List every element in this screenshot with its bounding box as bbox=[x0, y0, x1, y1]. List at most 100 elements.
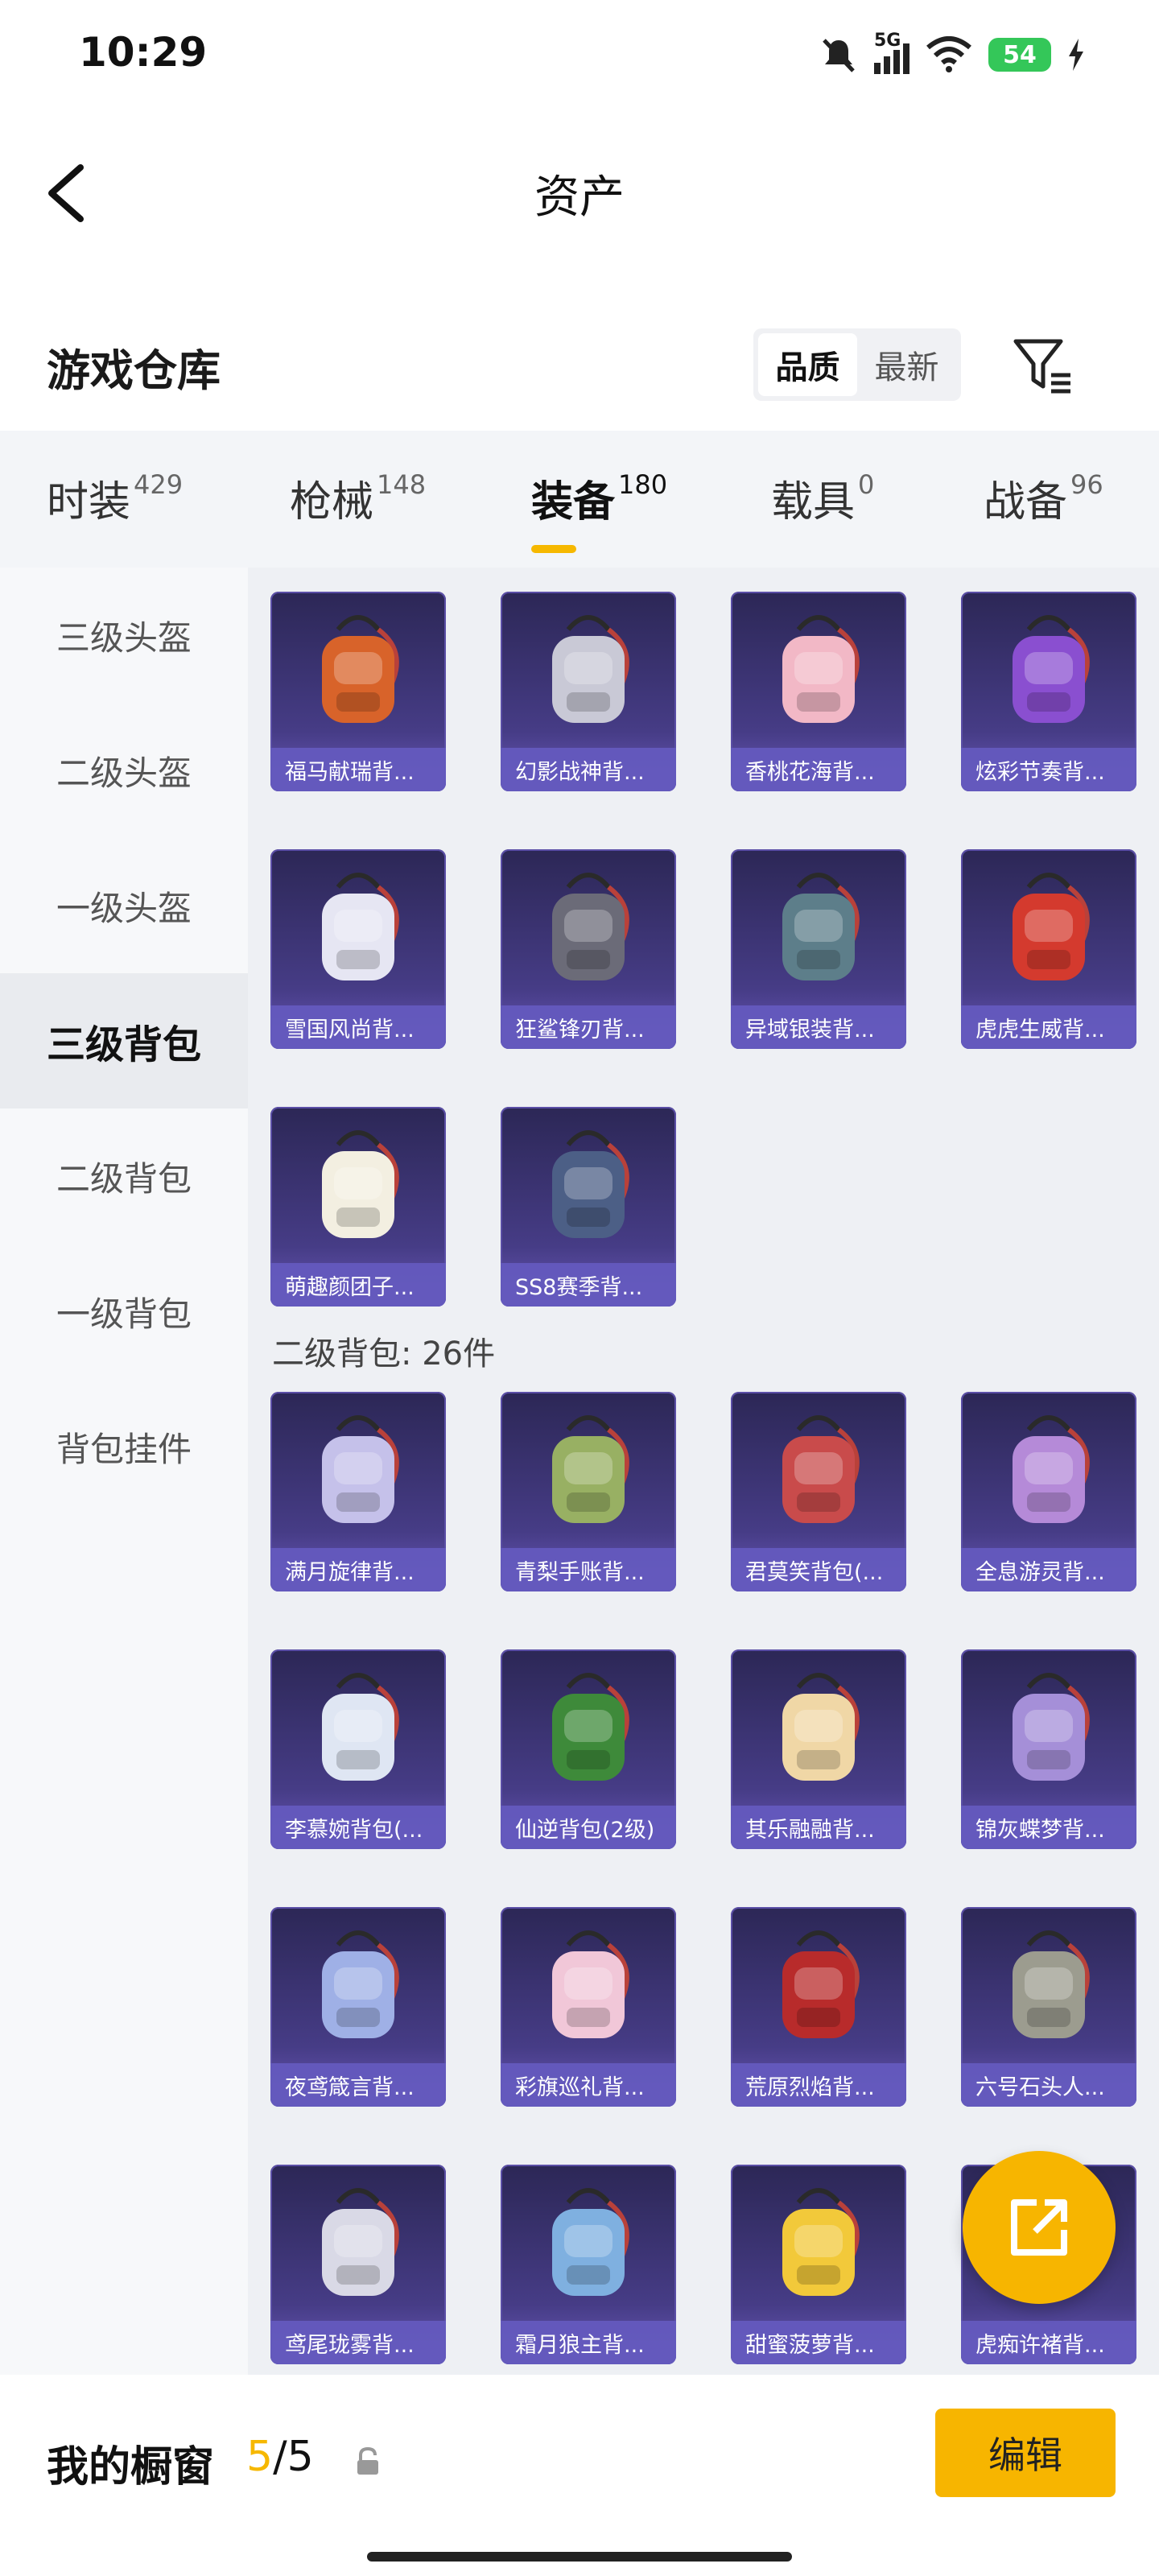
item-name: 六号石头人... bbox=[961, 2063, 1136, 2107]
item-card[interactable]: 狂鲨锋刃背... bbox=[501, 849, 676, 1049]
status-icons: 5G 54 bbox=[819, 31, 1085, 77]
item-card[interactable]: 彩旗巡礼背... bbox=[501, 1907, 676, 2107]
item-card[interactable]: 其乐融融背... bbox=[731, 1649, 906, 1849]
tab-count: 96 bbox=[1070, 469, 1103, 500]
item-card[interactable]: 青梨手账背... bbox=[501, 1392, 676, 1591]
item-name: 彩旗巡礼背... bbox=[501, 2063, 676, 2107]
item-card[interactable]: 李慕婉背包(... bbox=[270, 1649, 446, 1849]
sidebar-item-backpack-1[interactable]: 一级背包 bbox=[0, 1244, 248, 1379]
moon-pendant-icon bbox=[270, 1402, 446, 1546]
item-card[interactable]: 炫彩节奏背... bbox=[961, 592, 1136, 791]
share-icon bbox=[1011, 2199, 1067, 2256]
season-backpack-icon bbox=[501, 1117, 676, 1261]
item-card[interactable]: 锦灰蝶梦背... bbox=[961, 1649, 1136, 1849]
tab-vehicles[interactable]: 载具 0 bbox=[771, 468, 874, 528]
filter-icon[interactable] bbox=[1011, 333, 1075, 398]
charging-icon bbox=[1069, 39, 1083, 71]
item-name: 虎虎生威背... bbox=[961, 1005, 1136, 1049]
item-name: 异域银装背... bbox=[731, 1005, 906, 1049]
tab-label: 装备 bbox=[531, 478, 616, 526]
sort-quality-button[interactable]: 品质 bbox=[758, 333, 857, 396]
tab-count: 148 bbox=[377, 469, 427, 500]
pear-pouch-icon bbox=[501, 1402, 676, 1546]
showcase-count: 5/5 bbox=[246, 2433, 314, 2481]
tab-label: 战备 bbox=[984, 478, 1068, 526]
tab-equipment[interactable]: 装备 180 bbox=[531, 468, 667, 553]
item-name: 香桃花海背... bbox=[731, 748, 906, 791]
wolf-eye-pendant-icon bbox=[501, 2174, 676, 2319]
item-name: 李慕婉背包(... bbox=[270, 1806, 446, 1849]
armor-backpack-icon bbox=[501, 601, 676, 746]
item-name: SS8赛季背... bbox=[501, 1263, 676, 1307]
tab-guns[interactable]: 枪械 148 bbox=[290, 468, 426, 528]
item-card[interactable]: 荒原烈焰背... bbox=[731, 1907, 906, 2107]
page-title: 资产 bbox=[534, 171, 625, 224]
battery-indicator: 54 bbox=[988, 38, 1051, 72]
item-card[interactable]: 满月旋律背... bbox=[270, 1392, 446, 1591]
sidebar-item-backpack-charm[interactable]: 背包挂件 bbox=[0, 1379, 248, 1514]
item-name: 仙逆背包(2级) bbox=[501, 1806, 676, 1849]
tab-count: 0 bbox=[858, 469, 875, 500]
item-name: 荒原烈焰背... bbox=[731, 2063, 906, 2107]
dumpling-backpack-icon bbox=[270, 1117, 446, 1261]
wifi-icon bbox=[926, 36, 971, 72]
item-name: 锦灰蝶梦背... bbox=[961, 1806, 1136, 1849]
item-card[interactable]: 甜蜜菠萝背... bbox=[731, 2165, 906, 2364]
showcase-total: /5 bbox=[273, 2433, 314, 2481]
item-card[interactable]: SS8赛季背... bbox=[501, 1107, 676, 1307]
item-card[interactable]: 霜月狼主背... bbox=[501, 2165, 676, 2364]
item-name: 满月旋律背... bbox=[270, 1548, 446, 1591]
sidebar-item-helmet-3[interactable]: 三级头盔 bbox=[0, 568, 248, 703]
item-card[interactable]: 异域银装背... bbox=[731, 849, 906, 1049]
item-grid-area[interactable]: 福马献瑞背... 幻影战神背... 香桃花海背... 炫彩节奏背... 雪国风尚背...… bbox=[248, 568, 1159, 2375]
tab-fashion[interactable]: 时装 429 bbox=[47, 468, 183, 528]
sidebar-item-backpack-2[interactable]: 二级背包 bbox=[0, 1108, 248, 1244]
item-name: 全息游灵背... bbox=[961, 1548, 1136, 1591]
item-name: 霜月狼主背... bbox=[501, 2321, 676, 2364]
sidebar-item-helmet-1[interactable]: 一级头盔 bbox=[0, 838, 248, 973]
item-card[interactable]: 萌趣颜团子... bbox=[270, 1107, 446, 1307]
tab-count: 429 bbox=[134, 469, 184, 500]
iris-pouch-icon bbox=[270, 2174, 446, 2319]
item-card[interactable]: 六号石头人... bbox=[961, 1907, 1136, 2107]
item-name: 狂鲨锋刃背... bbox=[501, 1005, 676, 1049]
subcategory-sidebar: 三级头盔 二级头盔 一级头盔 三级背包 二级背包 一级背包 背包挂件 bbox=[0, 568, 248, 2375]
warehouse-title: 游戏仓库 bbox=[47, 345, 221, 396]
sidebar-item-helmet-2[interactable]: 二级头盔 bbox=[0, 703, 248, 838]
item-card[interactable]: 幻影战神背... bbox=[501, 592, 676, 791]
penguin-backpack-icon bbox=[270, 859, 446, 1004]
mute-icon bbox=[823, 39, 855, 72]
item-name: 福马献瑞背... bbox=[270, 748, 446, 791]
status-time: 10:29 bbox=[79, 29, 208, 76]
tab-supplies[interactable]: 战备 96 bbox=[984, 468, 1103, 528]
item-name: 甜蜜菠萝背... bbox=[731, 2321, 906, 2364]
sidebar-item-backpack-3[interactable]: 三级背包 bbox=[0, 973, 248, 1108]
showcase-current: 5 bbox=[246, 2433, 274, 2481]
item-card[interactable]: 香桃花海背... bbox=[731, 592, 906, 791]
share-button[interactable] bbox=[963, 2151, 1116, 2304]
item-card[interactable]: 雪国风尚背... bbox=[270, 849, 446, 1049]
item-card[interactable]: 仙逆背包(2级) bbox=[501, 1649, 676, 1849]
crystal-pendant-icon bbox=[961, 1659, 1136, 1804]
item-name: 萌趣颜团子... bbox=[270, 1263, 446, 1307]
dress-pouch-icon bbox=[270, 1659, 446, 1804]
sort-latest-button[interactable]: 最新 bbox=[857, 333, 956, 396]
jade-pendant-icon bbox=[501, 1659, 676, 1804]
item-name: 青梨手账背... bbox=[501, 1548, 676, 1591]
item-card[interactable]: 夜鸢箴言背... bbox=[270, 1907, 446, 2107]
item-card[interactable]: 君莫笑背包(... bbox=[731, 1392, 906, 1591]
item-card[interactable]: 鸢尾珑雾背... bbox=[270, 2165, 446, 2364]
golem-pouch-icon bbox=[961, 1917, 1136, 2062]
item-card[interactable]: 全息游灵背... bbox=[961, 1392, 1136, 1591]
section-label: 二级背包: 26件 bbox=[272, 1335, 496, 1373]
item-card[interactable]: 虎虎生威背... bbox=[961, 849, 1136, 1049]
showcase-bar: 我的橱窗 5/5 编辑 bbox=[0, 2375, 1159, 2576]
item-name: 炫彩节奏背... bbox=[961, 748, 1136, 791]
edit-button[interactable]: 编辑 bbox=[935, 2409, 1116, 2497]
item-name: 雪国风尚背... bbox=[270, 1005, 446, 1049]
sort-toggle: 品质 最新 bbox=[753, 328, 961, 401]
shark-backpack-icon bbox=[501, 859, 676, 1004]
item-card[interactable]: 福马献瑞背... bbox=[270, 592, 446, 791]
tab-label: 时装 bbox=[47, 478, 131, 526]
tactical-backpack-icon bbox=[731, 859, 906, 1004]
